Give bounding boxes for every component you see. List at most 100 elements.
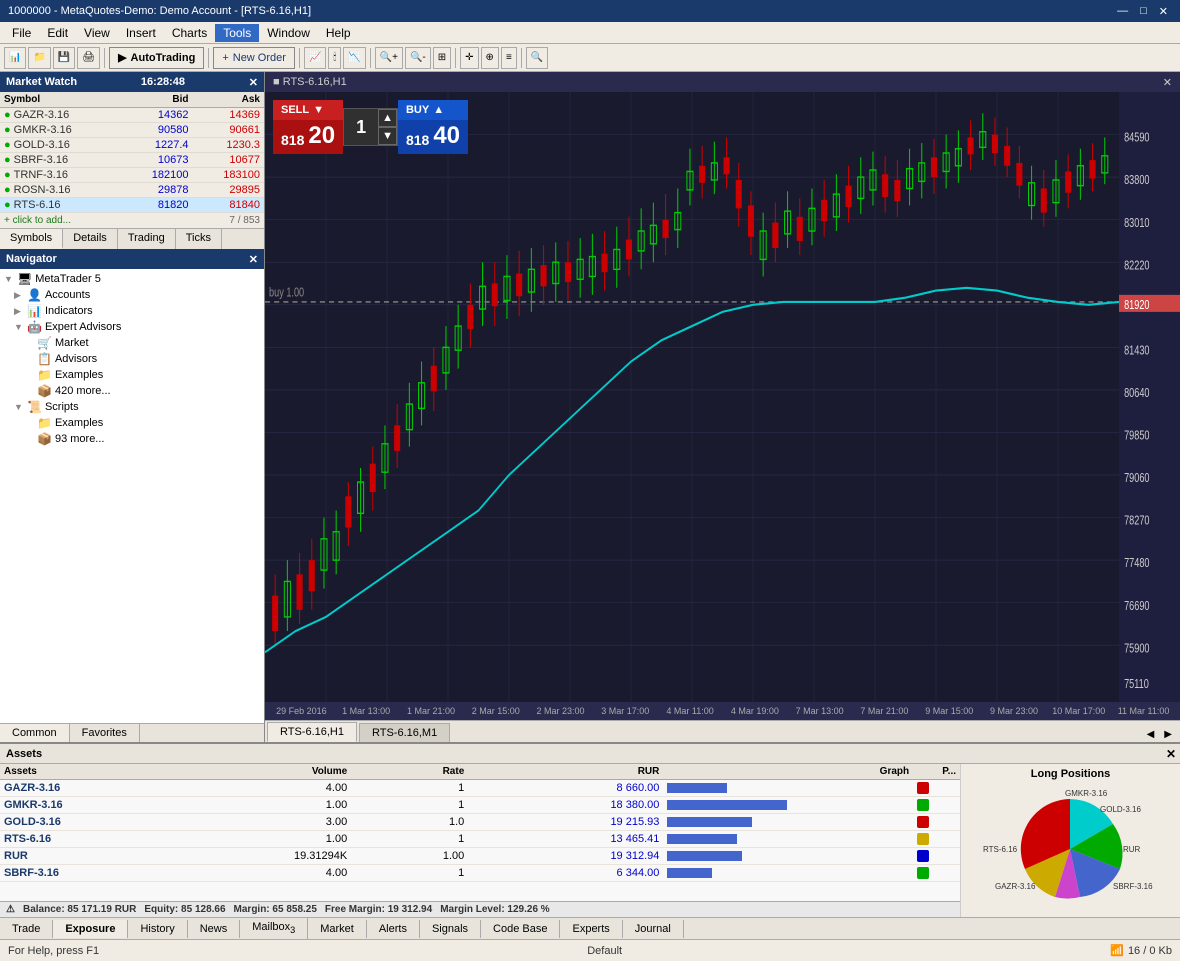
nav-tab-favorites[interactable]: Favorites xyxy=(70,724,140,742)
tree-scripts-examples[interactable]: 📁 Examples xyxy=(0,415,264,431)
menu-edit[interactable]: Edit xyxy=(39,24,76,42)
mw-row[interactable]: ●SBRF-3.16 10673 10677 xyxy=(0,153,264,168)
window-controls[interactable]: — □ ✕ xyxy=(1113,5,1172,18)
toolbar-separator-6 xyxy=(521,48,522,68)
search-button[interactable]: 🔍 xyxy=(526,47,548,69)
market-watch-close[interactable]: ✕ xyxy=(249,76,258,89)
bottom-tab-alerts[interactable]: Alerts xyxy=(367,920,420,938)
new-order-label: New Order xyxy=(233,52,286,64)
chart-container[interactable]: SELL ▼ 818 20 1 ▲ ▼ xyxy=(265,92,1180,702)
assets-row[interactable]: RTS-6.16 1.00 1 13 465.41 xyxy=(0,831,960,848)
mw-tab-symbols[interactable]: Symbols xyxy=(0,229,63,249)
buy-button[interactable]: BUY ▲ 818 40 xyxy=(398,100,468,154)
color-dot xyxy=(917,816,929,828)
mw-row[interactable]: ●RTS-6.16 81820 81840 xyxy=(0,198,264,213)
assets-row[interactable]: SBRF-3.16 4.00 1 6 344.00 xyxy=(0,865,960,882)
assets-close-button[interactable]: ✕ xyxy=(1166,747,1176,761)
mw-tab-trading[interactable]: Trading xyxy=(118,229,176,249)
chart-tab-m1[interactable]: RTS-6.16,M1 xyxy=(359,723,450,742)
menu-view[interactable]: View xyxy=(76,24,118,42)
chart-tab-prev[interactable]: ◀ xyxy=(1143,727,1159,742)
chart-tab-h1[interactable]: RTS-6.16,H1 xyxy=(267,722,357,742)
chart-candle-button[interactable]: 🕯 xyxy=(328,47,341,69)
save-button[interactable]: 💾 xyxy=(53,47,75,69)
navigator-close[interactable]: ✕ xyxy=(249,253,258,266)
bottom-tab-codebase[interactable]: Code Base xyxy=(481,920,560,938)
chart-header-controls[interactable]: ✕ xyxy=(1163,76,1172,89)
bottom-tab-signals[interactable]: Signals xyxy=(420,920,481,938)
bottom-tab-history[interactable]: History xyxy=(128,920,187,938)
tree-scripts[interactable]: ▼ 📜 Scripts xyxy=(0,399,264,415)
open-button[interactable]: 📁 xyxy=(28,47,50,69)
tree-scripts-more[interactable]: 📦 93 more... xyxy=(0,431,264,447)
tree-ea-examples[interactable]: 📁 Examples xyxy=(0,367,264,383)
mw-tab-details[interactable]: Details xyxy=(63,229,118,249)
mw-row[interactable]: ●TRNF-3.16 182100 183100 xyxy=(0,168,264,183)
bottom-tab-experts[interactable]: Experts xyxy=(560,920,622,938)
svg-text:79850: 79850 xyxy=(1124,429,1149,443)
zoom-in-button[interactable]: 🔍+ xyxy=(375,47,403,69)
tree-accounts[interactable]: ▶ 👤 Accounts xyxy=(0,287,264,303)
autotrading-label: AutoTrading xyxy=(131,52,196,64)
assets-row[interactable]: RUR 19.31294K 1.00 19 312.94 xyxy=(0,848,960,865)
chart-line-button[interactable]: 📉 xyxy=(343,47,365,69)
bottom-tab-journal[interactable]: Journal xyxy=(623,920,684,938)
tree-label: Scripts xyxy=(45,401,79,413)
zoom-out-button[interactable]: 🔍- xyxy=(405,47,431,69)
template-button[interactable]: ≡ xyxy=(501,47,517,69)
print-button[interactable]: 🖨 xyxy=(77,47,100,69)
menu-help[interactable]: Help xyxy=(318,24,359,42)
navigator: Navigator ✕ ▼ 🖥 MetaTrader 5 ▶ 👤 Account… xyxy=(0,249,264,742)
asset-graph xyxy=(663,814,913,831)
sell-button[interactable]: SELL ▼ 818 20 xyxy=(273,100,343,154)
svg-text:RUR: RUR xyxy=(1123,845,1141,854)
chart-tabs: RTS-6.16,H1 RTS-6.16,M1 ◀ ▶ xyxy=(265,720,1180,742)
mw-row[interactable]: ●GMKR-3.16 90580 90661 xyxy=(0,123,264,138)
tree-ea-more[interactable]: 📦 420 more... xyxy=(0,383,264,399)
bottom-tab-mailbox[interactable]: Mailbox3 xyxy=(240,918,308,938)
tree-expert-advisors[interactable]: ▼ 🤖 Expert Advisors xyxy=(0,319,264,335)
indicator-button[interactable]: ⊕ xyxy=(481,47,499,69)
chart-tab-next[interactable]: ▶ xyxy=(1160,727,1176,742)
bottom-tab-news[interactable]: News xyxy=(188,920,241,938)
toolbar-separator-1 xyxy=(104,48,105,68)
assets-row[interactable]: GMKR-3.16 1.00 1 18 380.00 xyxy=(0,797,960,814)
tree-metatrader5[interactable]: ▼ 🖥 MetaTrader 5 xyxy=(0,271,264,287)
minimize-button[interactable]: — xyxy=(1113,5,1132,18)
asset-graph xyxy=(663,848,913,865)
assets-row[interactable]: GAZR-3.16 4.00 1 8 660.00 xyxy=(0,780,960,797)
graph-bar xyxy=(667,851,742,861)
menu-charts[interactable]: Charts xyxy=(164,24,215,42)
tree-advisors[interactable]: 📋 Advisors xyxy=(0,351,264,367)
equity-value: Equity: 85 128.66 xyxy=(144,904,225,915)
menu-insert[interactable]: Insert xyxy=(118,24,164,42)
mw-row[interactable]: ●ROSN-3.16 29878 29895 xyxy=(0,183,264,198)
menu-file[interactable]: File xyxy=(4,24,39,42)
new-chart-button[interactable]: 📊 xyxy=(4,47,26,69)
scroll-button[interactable]: ⊞ xyxy=(433,47,451,69)
assets-row[interactable]: GOLD-3.16 3.00 1.0 19 215.93 xyxy=(0,814,960,831)
close-button[interactable]: ✕ xyxy=(1155,5,1172,18)
mw-tab-ticks[interactable]: Ticks xyxy=(176,229,222,249)
mw-bid: 81820 xyxy=(121,198,192,213)
autotrading-button[interactable]: ▶ AutoTrading xyxy=(109,47,204,69)
bottom-tab-market[interactable]: Market xyxy=(308,920,367,938)
tree-indicators[interactable]: ▶ 📊 Indicators xyxy=(0,303,264,319)
qty-down-arrow[interactable]: ▼ xyxy=(378,127,397,145)
bottom-tab-exposure[interactable]: Exposure xyxy=(53,920,128,938)
nav-tab-common[interactable]: Common xyxy=(0,724,70,742)
add-symbol-button[interactable]: + click to add... xyxy=(4,215,71,226)
bottom-tab-trade[interactable]: Trade xyxy=(0,920,53,938)
qty-up-arrow[interactable]: ▲ xyxy=(378,109,397,127)
menu-tools[interactable]: Tools xyxy=(215,24,259,42)
mw-row[interactable]: ●GOLD-3.16 1227.4 1230.3 xyxy=(0,138,264,153)
menu-window[interactable]: Window xyxy=(259,24,318,42)
maximize-button[interactable]: □ xyxy=(1136,5,1151,18)
tree-market[interactable]: 🛒 Market xyxy=(0,335,264,351)
mw-row[interactable]: ●GAZR-3.16 14362 14369 xyxy=(0,108,264,123)
chart-bar-button[interactable]: 📈 xyxy=(304,47,326,69)
crosshair-button[interactable]: ✛ xyxy=(460,47,478,69)
mw-bid: 29878 xyxy=(121,183,192,198)
navigator-tabs: Common Favorites xyxy=(0,723,264,742)
new-order-button[interactable]: + New Order xyxy=(213,47,295,69)
